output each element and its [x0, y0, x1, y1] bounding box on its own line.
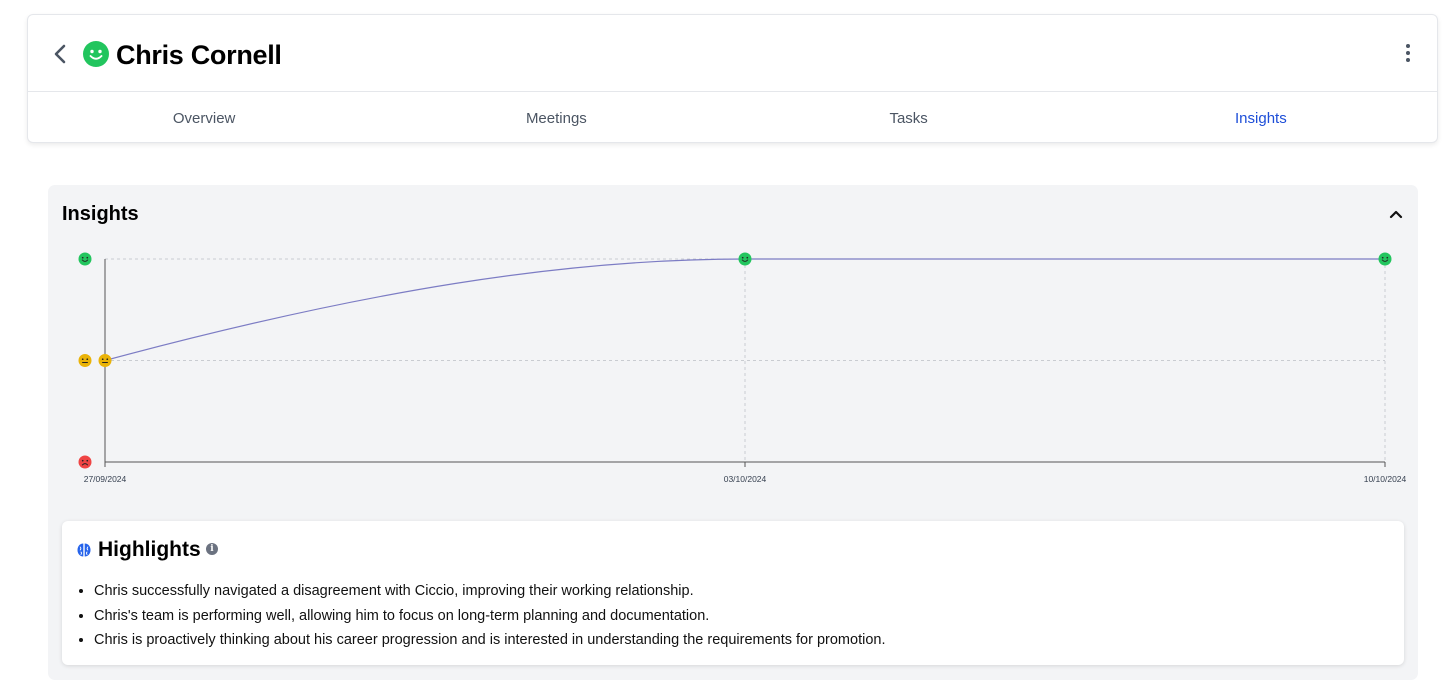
chevron-up-icon — [1389, 210, 1403, 219]
tab-overview[interactable]: Overview — [28, 93, 380, 142]
y-axis-sad-face-icon — [78, 455, 92, 469]
data-point-happy-face-icon — [1378, 252, 1392, 266]
happy-face-icon — [83, 41, 109, 67]
insights-title: Insights — [62, 203, 139, 225]
y-axis-happy-face-icon — [78, 252, 92, 266]
x-tick-label: 27/09/2024 — [84, 474, 127, 484]
x-tick-label: 03/10/2024 — [724, 474, 767, 484]
tab-meetings[interactable]: Meetings — [380, 93, 732, 142]
highlights-list: Chris successfully navigated a disagreem… — [94, 579, 1384, 653]
y-axis-neutral-face-icon — [78, 354, 92, 367]
more-options-button[interactable] — [1401, 41, 1415, 65]
highlights-card: Highlights i Chris successfully navigate… — [62, 521, 1404, 665]
data-point-neutral-face-icon — [98, 354, 112, 367]
list-item: Chris's team is performing well, allowin… — [94, 604, 1384, 629]
person-name: Chris Cornell — [116, 40, 282, 70]
tab-bar: Overview Meetings Tasks Insights — [28, 93, 1437, 142]
highlights-title: Highlights — [98, 538, 201, 561]
insights-panel: Insights 27/09/2024 03/10/2024 10/10/2024 … — [48, 185, 1418, 680]
tab-insights[interactable]: Insights — [1085, 93, 1437, 142]
person-header-card: Chris Cornell Overview Meetings Tasks In… — [27, 14, 1438, 143]
back-button[interactable] — [48, 40, 72, 68]
person-header: Chris Cornell — [28, 15, 1437, 92]
info-icon[interactable]: i — [206, 543, 218, 555]
x-tick-label: 10/10/2024 — [1364, 474, 1407, 484]
list-item: Chris successfully navigated a disagreem… — [94, 579, 1384, 604]
collapse-button[interactable] — [1386, 205, 1406, 223]
tab-tasks[interactable]: Tasks — [733, 93, 1085, 142]
data-point-happy-face-icon — [738, 252, 752, 266]
more-vertical-icon — [1406, 44, 1410, 48]
chevron-left-icon — [54, 44, 66, 64]
brain-icon — [77, 543, 91, 557]
list-item: Chris is proactively thinking about his … — [94, 628, 1384, 653]
mood-chart: 27/09/2024 03/10/2024 10/10/2024 — [78, 252, 1407, 484]
